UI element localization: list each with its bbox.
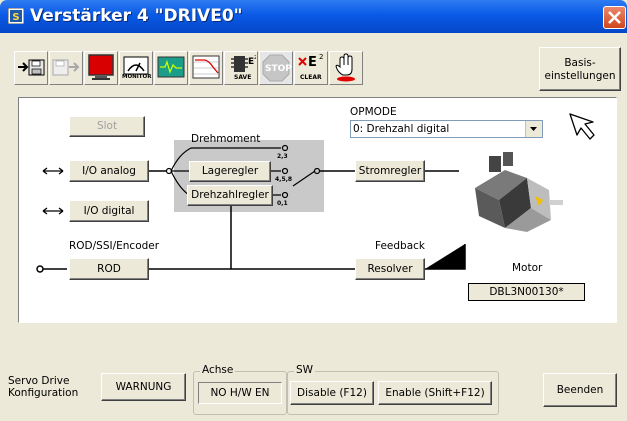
e2-letter: E (308, 55, 317, 70)
rod-button[interactable]: ROD (69, 258, 149, 280)
chevron-down-icon (530, 127, 537, 131)
bode-plot-button[interactable] (189, 51, 223, 85)
servo-motor-icon (475, 152, 563, 232)
enable-button[interactable]: Enable (Shift+F12) (378, 381, 492, 405)
save-disk-icon (52, 59, 80, 76)
e2-superscript: 2 (319, 53, 324, 61)
close-button[interactable] (603, 6, 626, 29)
motor-label: Motor (512, 262, 543, 274)
save-label: SAVE (234, 74, 252, 81)
axis-group-title: Achse (200, 364, 236, 376)
speed-controller-button[interactable]: Drehzahlregler (187, 185, 273, 206)
torque-label: Drehmoment (191, 133, 261, 145)
monitor-button[interactable]: MONITOR (119, 51, 153, 85)
disable-button[interactable]: Disable (F12) (290, 381, 374, 405)
svg-text:2: 2 (254, 55, 256, 61)
stop-label: STOP (265, 64, 292, 74)
hand-cursor-icon (569, 113, 595, 140)
basic-settings-line1: Basis- (564, 57, 596, 69)
warning-button[interactable]: WARNUNG (101, 373, 186, 401)
screen-button[interactable] (84, 51, 118, 85)
amplifier-window: S Verstärker 4 "DRIVE0" MONITOR E2 SAVE … (0, 0, 627, 421)
close-icon (608, 11, 621, 24)
hand-press-icon (335, 53, 355, 82)
screen-icon (88, 54, 114, 80)
feedback-label: Feedback (375, 240, 426, 252)
app-icon: S (7, 7, 25, 25)
rod-ssi-encoder-label: ROD/SSI/Encoder (69, 240, 160, 252)
stop-button[interactable]: STOP (259, 51, 293, 85)
switch-position-23: 2,3 (277, 153, 288, 160)
exit-button[interactable]: Beenden (543, 373, 617, 407)
load-disk-icon (18, 59, 45, 76)
opmode-select[interactable]: 0: Drehzahl digital (350, 120, 543, 138)
client-area: MONITOR E2 SAVE STOP E 2 CLEAR Basis- ei… (4, 33, 623, 417)
switch-position-01: 0,1 (277, 200, 288, 207)
switch-position-458: 4,5,8 (275, 176, 293, 183)
sw-group-title: SW (294, 364, 316, 376)
basic-settings-line2: einstellungen (544, 70, 616, 82)
oscilloscope-button[interactable] (154, 51, 188, 85)
save-to-disk-button[interactable] (49, 51, 83, 85)
servo-drive-config-label: Servo Drive Konfiguration (8, 375, 78, 399)
save-eeprom-button[interactable]: E2 SAVE (224, 51, 258, 85)
slot-button[interactable]: Slot (69, 116, 145, 137)
configuration-diagram-panel: Slot I/O analog I/O digital ROD/SSI/Enco… (18, 97, 617, 323)
dropdown-arrow-button[interactable] (525, 121, 542, 137)
svg-text:S: S (12, 12, 19, 23)
axis-status-field: NO H/W EN (198, 382, 282, 404)
load-from-disk-button[interactable] (14, 51, 48, 85)
opmode-label: OPMODE (350, 106, 397, 118)
oscilloscope-icon (157, 56, 185, 78)
motor-type-field[interactable]: DBL3N00130* (468, 283, 585, 301)
window-title: Verstärker 4 "DRIVE0" (30, 6, 243, 26)
basic-settings-button[interactable]: Basis- einstellungen (539, 47, 621, 91)
mouse-pointer-icon (567, 111, 601, 148)
io-analog-button[interactable]: I/O analog (69, 160, 149, 182)
clear-eeprom-button[interactable]: E 2 CLEAR (294, 51, 328, 85)
servo-label-line2: Konfiguration (8, 387, 79, 399)
motor-image (465, 148, 569, 236)
opmode-value: 0: Drehzahl digital (353, 123, 450, 135)
monitor-label: MONITOR (122, 74, 152, 80)
title-bar[interactable]: S Verstärker 4 "DRIVE0" (0, 0, 627, 33)
emergency-stop-button[interactable] (329, 51, 363, 85)
position-controller-button[interactable]: Lageregler (189, 161, 271, 182)
current-controller-button[interactable]: Stromregler (355, 160, 425, 182)
bode-plot-icon (192, 55, 220, 79)
clear-label: CLEAR (300, 74, 322, 81)
io-digital-button[interactable]: I/O digital (69, 200, 149, 222)
resolver-button[interactable]: Resolver (355, 258, 425, 280)
servo-label-line1: Servo Drive (8, 375, 70, 387)
